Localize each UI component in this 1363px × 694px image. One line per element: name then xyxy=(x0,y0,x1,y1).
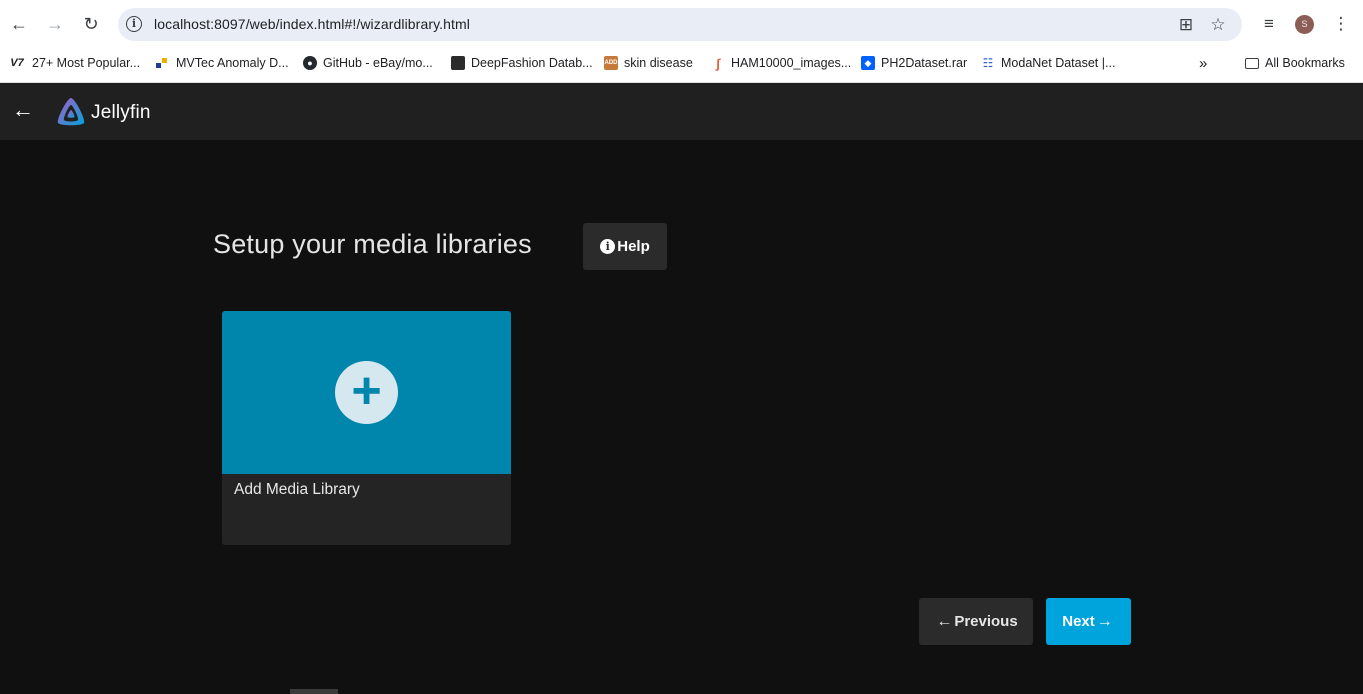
v7-icon: V7 xyxy=(10,57,24,69)
link-icon: ∫ xyxy=(716,55,720,71)
bookmark-item[interactable]: V7 27+ Most Popular... xyxy=(8,54,140,72)
card-label: Add Media Library xyxy=(234,481,360,498)
plus-icon[interactable]: + xyxy=(335,361,398,424)
bookmark-label: MVTec Anomaly D... xyxy=(176,56,289,70)
bookmark-label: ModaNet Dataset |... xyxy=(1001,56,1116,70)
bookmark-label: 27+ Most Popular... xyxy=(32,56,141,70)
add-media-library-card[interactable]: + Add Media Library xyxy=(222,311,511,545)
browser-forward-icon[interactable]: → xyxy=(43,12,67,36)
bookmark-label: PH2Dataset.rar xyxy=(881,56,968,70)
horizontal-scrollbar[interactable] xyxy=(290,689,338,694)
install-app-icon[interactable]: ⊞ xyxy=(1175,14,1197,36)
page-title: Setup your media libraries xyxy=(213,229,532,259)
all-bookmarks-label: All Bookmarks xyxy=(1265,56,1345,70)
site-info-icon[interactable]: i xyxy=(126,16,142,32)
help-label: Help xyxy=(617,238,650,255)
bookmark-item[interactable]: ∫ HAM10000_images... xyxy=(711,54,851,72)
bookmark-item[interactable]: MVTec Anomaly D... xyxy=(156,54,289,72)
bookmark-item[interactable]: ADD skin disease xyxy=(604,54,693,72)
info-icon: i xyxy=(600,239,616,254)
browser-back-icon[interactable]: ← xyxy=(7,12,31,36)
arrow-right-icon: → xyxy=(1096,612,1113,630)
card-image-area[interactable]: + xyxy=(222,311,511,474)
reload-icon[interactable]: ↻ xyxy=(79,12,103,36)
jellyfin-logo-icon xyxy=(57,98,85,126)
bookmark-label: HAM10000_images... xyxy=(731,56,852,70)
bookmark-star-icon[interactable]: ☆ xyxy=(1207,14,1229,36)
profile-avatar[interactable]: S xyxy=(1295,15,1314,34)
bookmark-label: skin disease xyxy=(624,56,693,70)
url-text[interactable]: localhost:8097/web/index.html#!/wizardli… xyxy=(154,16,470,32)
bookmarks-bar: V7 27+ Most Popular... MVTec Anomaly D..… xyxy=(0,48,1363,83)
back-arrow-icon[interactable]: ← xyxy=(10,97,36,123)
dataset-icon: ☷ xyxy=(982,56,994,70)
reading-list-icon[interactable]: ≡ xyxy=(1258,13,1280,35)
arrow-left-icon: ← xyxy=(936,612,953,630)
browser-menu-icon[interactable]: ⋮ xyxy=(1330,13,1352,35)
bookmark-label: GitHub - eBay/mo... xyxy=(323,56,433,70)
browser-chrome: ← → ↻ i localhost:8097/web/index.html#!/… xyxy=(0,0,1363,83)
folder-icon xyxy=(1245,57,1259,69)
bookmark-label: DeepFashion Datab... xyxy=(471,56,593,70)
app-title: Jellyfin xyxy=(91,102,151,123)
cube-icon xyxy=(451,56,465,70)
github-icon: ● xyxy=(303,56,317,70)
previous-button[interactable]: ← Previous xyxy=(919,598,1033,645)
previous-label: Previous xyxy=(954,613,1018,630)
address-bar[interactable]: i localhost:8097/web/index.html#!/wizard… xyxy=(118,8,1242,41)
add-icon: ADD xyxy=(604,56,618,70)
next-label: Next xyxy=(1062,613,1095,630)
app-header: ← Jellyfin xyxy=(0,83,1363,140)
bookmark-item[interactable]: DeepFashion Datab... xyxy=(451,54,593,72)
dropbox-icon: ◆ xyxy=(861,56,875,70)
bookmark-item[interactable]: ● GitHub - eBay/mo... xyxy=(303,54,433,72)
next-button[interactable]: Next → xyxy=(1046,598,1131,645)
browser-toolbar: ← → ↻ i localhost:8097/web/index.html#!/… xyxy=(0,0,1363,48)
bookmark-item[interactable]: ◆ PH2Dataset.rar xyxy=(861,54,967,72)
all-bookmarks[interactable]: All Bookmarks xyxy=(1245,54,1345,72)
bookmark-item[interactable]: ☷ ModaNet Dataset |... xyxy=(981,54,1116,72)
mvtec-icon xyxy=(156,56,170,70)
help-button[interactable]: i Help xyxy=(583,223,667,270)
bookmarks-overflow-icon[interactable]: » xyxy=(1199,54,1207,72)
